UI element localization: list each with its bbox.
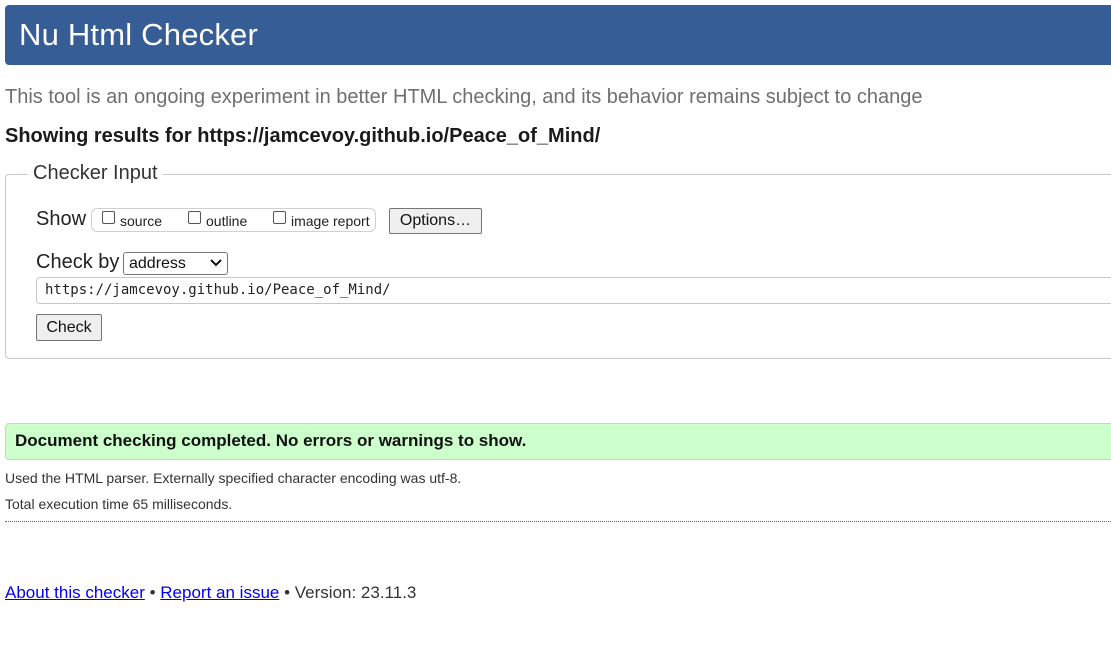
check-by-label: Check by <box>36 251 120 273</box>
execution-time: Total execution time 65 milliseconds. <box>5 496 233 512</box>
check-by-selected-value: address <box>129 255 186 272</box>
check-button[interactable]: Check <box>36 314 102 341</box>
outline-checkbox[interactable] <box>188 211 201 224</box>
checker-input-legend: Checker Input <box>28 162 163 185</box>
image-report-checkbox-label[interactable]: image report <box>291 213 370 229</box>
about-checker-link[interactable]: About this checker <box>5 583 145 602</box>
checker-input-fieldset: Checker Input Show source outline image … <box>5 162 1111 359</box>
check-by-select[interactable]: address <box>123 252 228 275</box>
results-for-heading: Showing results for https://jamcevoy.git… <box>5 125 601 147</box>
options-button[interactable]: Options… <box>389 208 482 234</box>
intro-text: This tool is an ongoing experiment in be… <box>5 86 923 108</box>
version-text: Version: 23.11.3 <box>294 583 417 602</box>
outline-checkbox-label[interactable]: outline <box>206 213 247 229</box>
footer-separator: • <box>149 583 156 602</box>
parser-info: Used the HTML parser. Externally specifi… <box>5 470 462 486</box>
page-title: Nu Html Checker <box>19 17 258 52</box>
source-checkbox-label[interactable]: source <box>120 213 162 229</box>
url-input[interactable]: https://jamcevoy.github.io/Peace_of_Mind… <box>36 277 1111 304</box>
success-message-box: Document checking completed. No errors o… <box>5 423 1111 460</box>
report-issue-link[interactable]: Report an issue <box>160 583 279 602</box>
success-message: Document checking completed. No errors o… <box>15 431 527 450</box>
footer: About this checker • Report an issue • V… <box>5 583 416 603</box>
show-options-group: source outline image report <box>91 208 376 232</box>
dotted-divider <box>5 521 1111 522</box>
chevron-down-icon <box>210 259 222 267</box>
show-label: Show <box>36 208 87 230</box>
header-bar: Nu Html Checker <box>5 5 1111 65</box>
page: Nu Html Checker This tool is an ongoing … <box>0 0 1111 651</box>
image-report-checkbox[interactable] <box>273 211 286 224</box>
footer-separator: • <box>284 583 291 602</box>
source-checkbox[interactable] <box>102 211 115 224</box>
